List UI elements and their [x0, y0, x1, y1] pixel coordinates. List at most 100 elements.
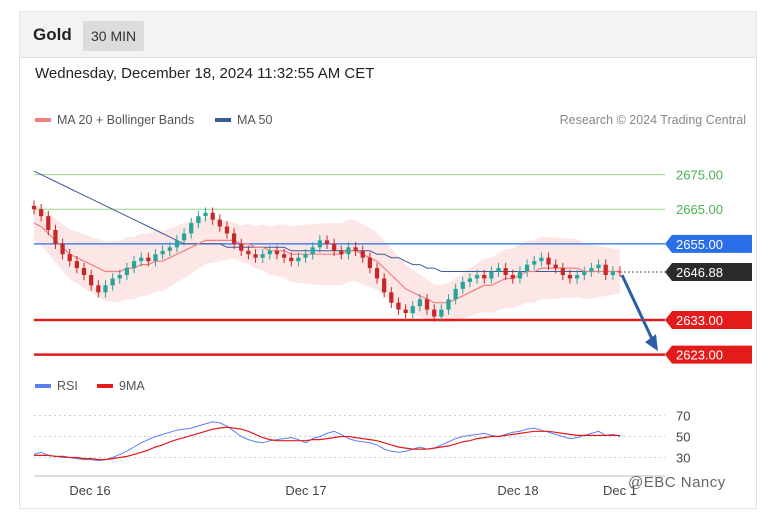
candle-body — [346, 247, 351, 255]
candle-body — [467, 278, 473, 282]
candle-body — [89, 275, 94, 286]
rsi-tick-30: 30 — [676, 451, 690, 466]
candle-body — [53, 230, 58, 244]
rsi-tick-70: 70 — [676, 409, 690, 424]
candle-body — [124, 268, 130, 275]
candle-body — [160, 250, 165, 255]
x-tick-label: Dec 17 — [285, 483, 326, 498]
candle-body — [274, 250, 280, 255]
candle-body — [74, 261, 79, 269]
candle-body — [196, 216, 201, 224]
candle-body — [517, 271, 523, 279]
candle-body — [267, 250, 272, 255]
level-label-2665.00: 2665.00 — [676, 202, 723, 217]
candle-body — [253, 254, 258, 258]
candle-body — [396, 302, 401, 310]
x-tick-label: Dec 16 — [69, 483, 110, 498]
candle-body — [131, 261, 137, 269]
level-label-2633.00: 2633.00 — [676, 313, 723, 328]
candle-body — [339, 250, 344, 255]
candle-body — [496, 268, 501, 272]
level-label-2675.00: 2675.00 — [676, 168, 723, 183]
candle-body — [146, 257, 151, 262]
candle-body — [60, 243, 65, 255]
forecast-arrow-shaft — [620, 274, 656, 344]
candle-body — [374, 268, 380, 279]
level-label-2655.00: 2655.00 — [676, 237, 723, 252]
candle-body — [603, 264, 608, 275]
candle-body — [553, 264, 558, 269]
chart-svg: 2675.00 2665.00 2655.00 2633.00 2623.00 2646.… — [31, 168, 752, 498]
candle-body — [153, 254, 158, 262]
candle-body — [360, 250, 365, 258]
candle-body — [582, 271, 587, 275]
candle-body — [439, 309, 444, 317]
candle-body — [96, 285, 101, 293]
candle-body — [389, 292, 394, 303]
candle-body — [424, 299, 430, 310]
candle-body — [417, 299, 423, 307]
candle-body — [596, 264, 601, 269]
candle-body — [181, 233, 187, 241]
candle-body — [489, 271, 494, 279]
candle-body — [246, 250, 251, 255]
candle-body — [317, 240, 322, 248]
candle-body — [231, 233, 237, 244]
candle-body — [189, 223, 194, 234]
candle-body — [81, 268, 87, 275]
candle-body — [239, 243, 244, 251]
watermark: @EBC Nancy — [628, 474, 726, 491]
x-tick-label: Dec 18 — [497, 483, 538, 498]
candle-body — [332, 243, 337, 251]
candle-body — [224, 226, 230, 234]
candle-body — [110, 278, 115, 286]
candle-body — [532, 261, 537, 265]
candle-body — [524, 264, 530, 272]
candle-body — [39, 209, 44, 217]
candle-body — [210, 212, 215, 220]
candle-body — [446, 299, 451, 310]
candle-body — [303, 254, 308, 258]
rsi-tick-50: 50 — [676, 430, 690, 445]
candle-body — [289, 257, 294, 262]
candle-body — [167, 247, 172, 251]
candle-body — [117, 275, 122, 279]
candle-body — [367, 257, 372, 269]
candle-body — [403, 309, 408, 314]
candle-body — [503, 268, 508, 275]
candle-body — [482, 275, 487, 279]
bollinger-band — [34, 205, 620, 323]
level-label-2623.00: 2623.00 — [676, 348, 723, 363]
candle-body — [174, 240, 180, 248]
candle-body — [310, 247, 315, 255]
candle-body — [296, 257, 301, 262]
candle-body — [589, 268, 594, 272]
candle-body — [560, 268, 565, 275]
candle-body — [510, 275, 515, 279]
candle-body — [460, 281, 465, 289]
candle-body — [474, 275, 480, 279]
rsi-line — [33, 421, 621, 462]
candle-body — [324, 240, 330, 244]
candle-body — [282, 254, 287, 258]
candle-body — [103, 285, 108, 293]
candle-body — [610, 271, 615, 275]
candle-body — [432, 309, 437, 317]
candle-body — [260, 254, 265, 258]
rsi-ma-line — [34, 426, 620, 461]
candle-body — [539, 257, 544, 262]
candle-body — [67, 254, 72, 262]
candle-body — [203, 212, 208, 217]
candle-body — [217, 219, 222, 227]
candle-body — [31, 205, 37, 210]
candle-body — [139, 257, 144, 262]
candle-body — [46, 216, 51, 230]
candle-body — [617, 271, 623, 273]
candle-body — [567, 275, 573, 279]
candle-body — [546, 257, 551, 265]
candle-body — [410, 306, 415, 314]
candle-body — [453, 288, 458, 300]
candle-body — [382, 278, 387, 293]
candle-body — [353, 247, 358, 251]
candle-body — [575, 275, 580, 279]
